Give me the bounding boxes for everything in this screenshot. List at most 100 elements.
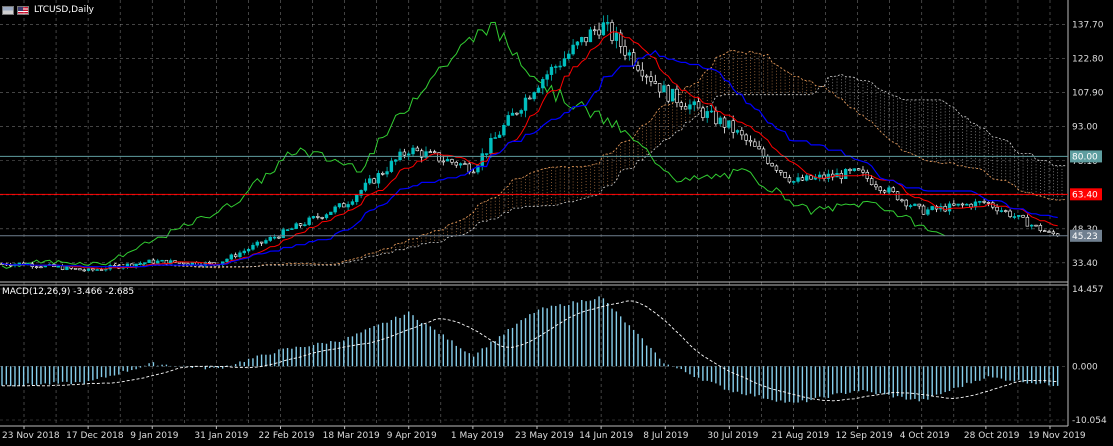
candle-body	[766, 155, 770, 164]
candle-body	[969, 203, 973, 208]
price-tag-label: 45.23	[1072, 232, 1098, 242]
candle-body	[930, 206, 934, 211]
candle-body	[303, 224, 307, 226]
candle-body	[329, 211, 333, 215]
candle-body	[692, 101, 696, 106]
candle-body	[536, 87, 541, 93]
candle-body	[324, 214, 329, 219]
candle-body	[177, 261, 182, 264]
candle-body	[882, 190, 887, 193]
candle-body	[268, 236, 272, 241]
candle-body	[593, 29, 597, 32]
candle-body	[735, 130, 740, 133]
date-axis-tick-label: 1 May 2019	[451, 431, 504, 441]
date-axis-tick-label: 31 Jan 2019	[194, 431, 248, 441]
candle-body	[34, 266, 39, 268]
candle-body	[705, 111, 709, 118]
candle-body	[805, 175, 809, 181]
candle-body	[229, 254, 234, 260]
candle-body	[657, 83, 662, 93]
candle-body	[809, 175, 813, 180]
price-axis-tick-label: 122.80	[1072, 55, 1104, 65]
date-axis-tick-label: 23 May 2019	[515, 431, 574, 441]
date-axis-tick-label: 30 Jul 2019	[707, 431, 758, 441]
candle-body	[147, 259, 151, 263]
date-axis-tick-label: 9 Apr 2019	[387, 431, 437, 441]
candle-body	[614, 32, 619, 41]
candle-body	[567, 53, 571, 59]
candle-body	[182, 262, 186, 265]
candle-body	[731, 120, 735, 133]
date-axis-tick-label: 9 Jan 2019	[130, 431, 178, 441]
candle-body	[718, 117, 722, 125]
candle-body	[259, 241, 264, 244]
chart-canvas[interactable]: 137.70122.80107.9093.0078.1063.2048.3033…	[0, 0, 1113, 446]
candle-body	[515, 112, 519, 115]
candle-body	[796, 177, 800, 182]
candle-body	[727, 120, 731, 128]
candle-body	[1012, 216, 1017, 218]
candle-body	[1047, 231, 1051, 233]
candle-body	[965, 203, 969, 206]
date-axis-tick-label: 8 Jul 2019	[643, 431, 688, 441]
candle-body	[995, 206, 999, 212]
candle-body	[748, 140, 753, 143]
candle-body	[450, 159, 454, 163]
macd-axis-tick-label: 14.457	[1072, 285, 1104, 295]
candle-body	[852, 168, 857, 171]
candle-body	[541, 79, 545, 89]
candle-body	[1030, 224, 1034, 227]
candle-body	[740, 130, 744, 136]
date-axis-tick-label: 23 Nov 2018	[2, 431, 60, 441]
candle-body	[549, 66, 554, 75]
candle-body	[471, 171, 476, 174]
price-axis-tick-label: 93.00	[1072, 123, 1098, 133]
candle-body	[869, 178, 874, 186]
candle-body	[298, 223, 303, 226]
candle-body	[843, 169, 848, 180]
candle-body	[757, 146, 761, 150]
candle-body	[17, 262, 22, 265]
candle-body	[493, 137, 497, 139]
candle-body	[342, 203, 346, 208]
candle-body	[428, 151, 433, 153]
candle-body	[320, 217, 324, 219]
date-axis-tick-label: 12 Sep 2019	[836, 431, 893, 441]
candle-body	[60, 265, 65, 270]
candle-body	[381, 172, 385, 175]
price-axis-tick-label: 137.70	[1072, 21, 1104, 31]
candle-body	[233, 254, 238, 258]
date-axis-tick-label: 22 Feb 2019	[259, 431, 315, 441]
candle-body	[545, 74, 549, 80]
candle-body	[441, 160, 446, 163]
candle-body	[290, 228, 294, 230]
kijun-sen-line	[1, 49, 1058, 268]
candle-body	[744, 134, 748, 141]
candle-body	[480, 153, 484, 166]
candle-body	[368, 178, 372, 184]
candle-body	[346, 204, 350, 208]
candle-body	[532, 92, 536, 100]
candle-body	[683, 106, 688, 110]
candle-body	[255, 241, 259, 246]
candle-body	[952, 203, 956, 206]
date-axis-tick-label: 19 Nov 2019	[1028, 431, 1086, 441]
candle-body	[510, 112, 515, 116]
candle-body	[800, 177, 805, 181]
candle-body	[246, 248, 251, 252]
macd-axis-tick-label: -10.054	[1072, 416, 1107, 426]
candle-body	[1042, 230, 1047, 232]
candle-body	[670, 88, 675, 102]
candle-body	[311, 216, 316, 219]
candle-body	[190, 262, 195, 265]
candle-body	[913, 203, 917, 206]
candle-body	[394, 159, 398, 162]
candle-body	[960, 203, 965, 206]
candle-body	[709, 110, 714, 113]
candle-body	[580, 37, 584, 43]
price-tag-label: 80.00	[1072, 152, 1098, 162]
candle-body	[597, 29, 601, 36]
candle-body	[523, 97, 528, 111]
candle-body	[489, 137, 493, 154]
candle-body	[484, 153, 489, 155]
